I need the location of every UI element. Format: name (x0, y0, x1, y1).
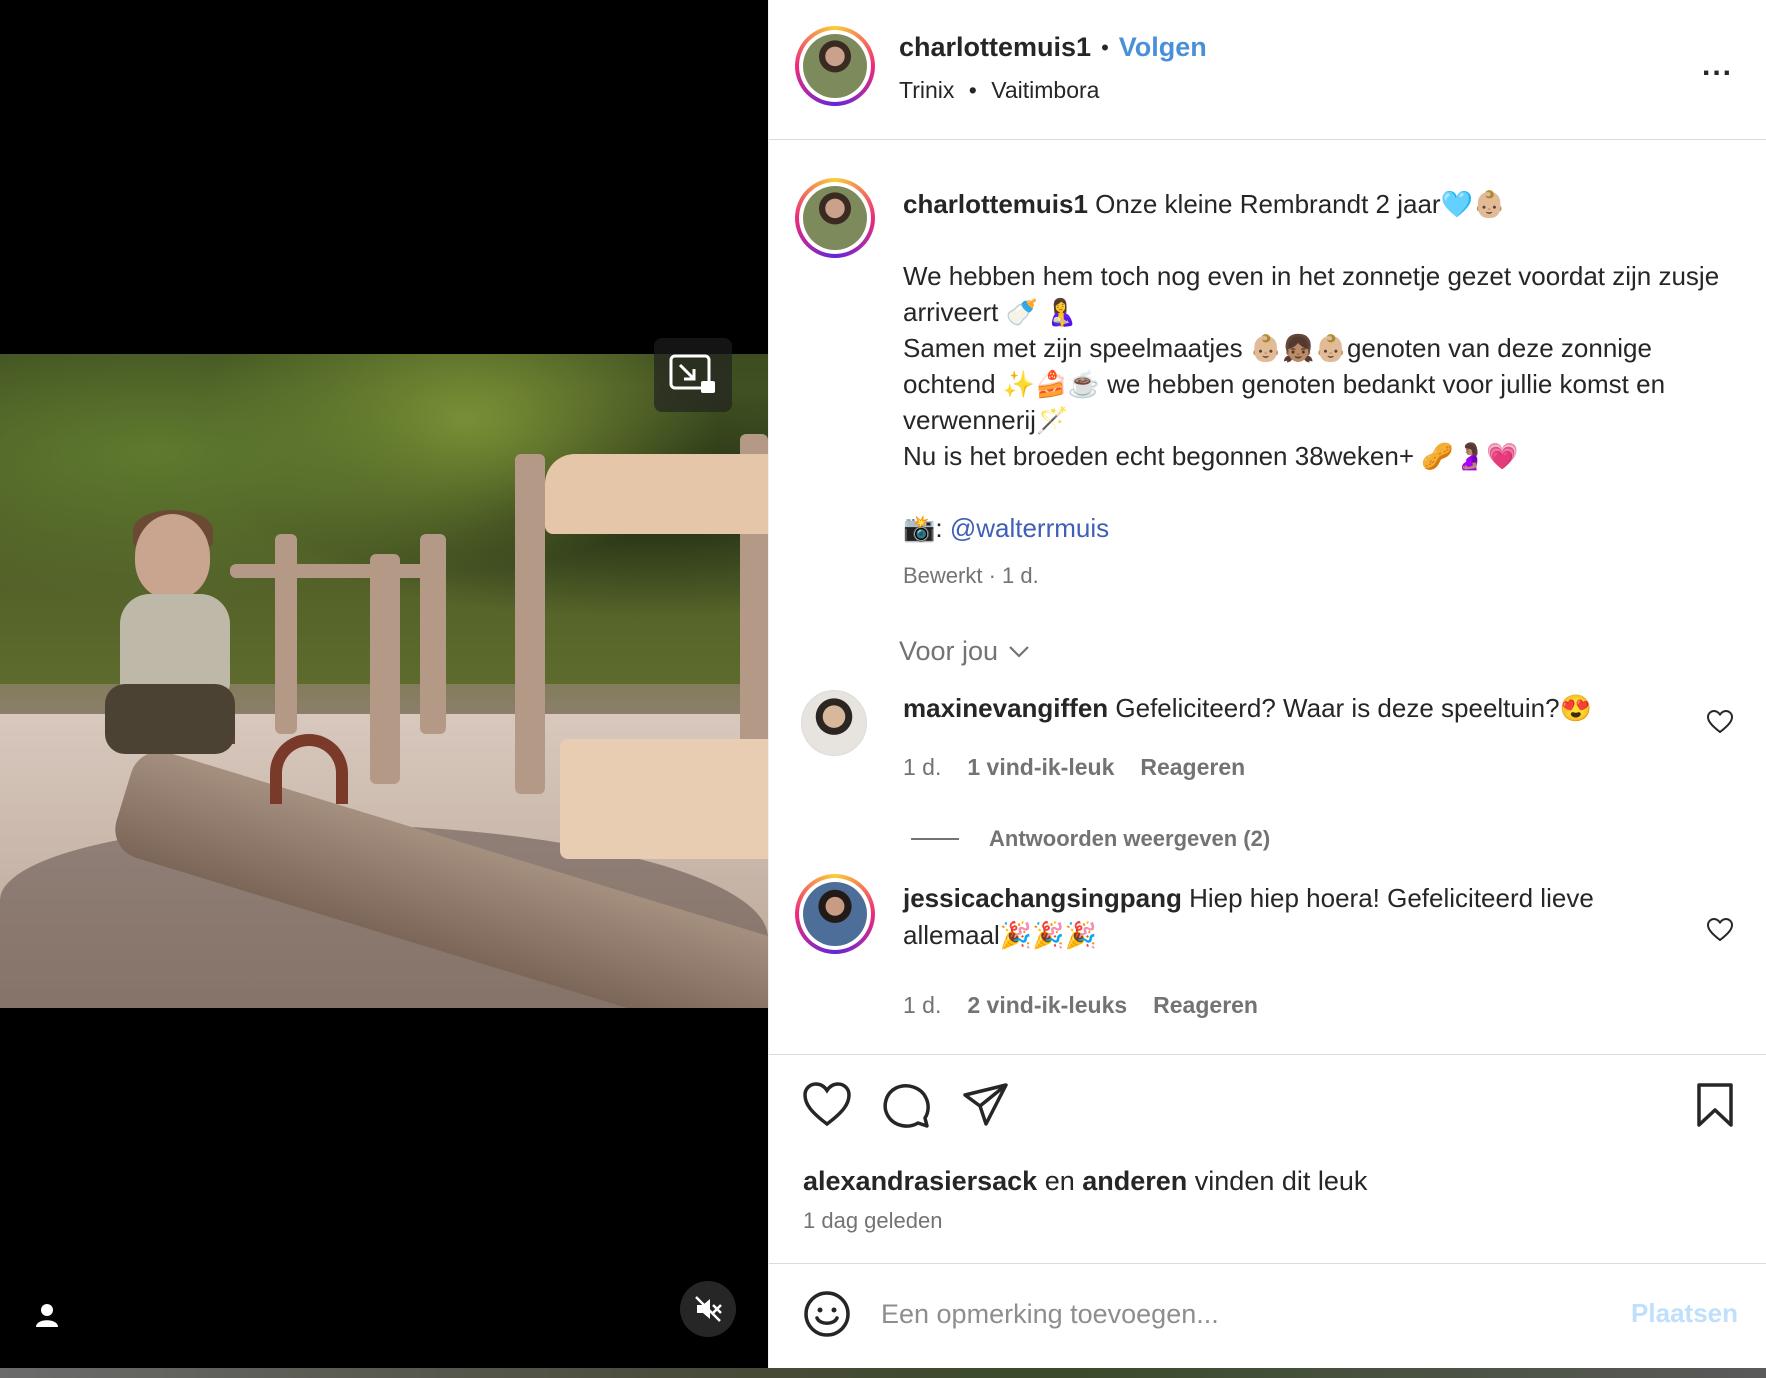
post-comment-button[interactable]: Plaatsen (1631, 1298, 1738, 1329)
comment-text: Gefeliciteerd? Waar is deze speeltuin?😍 (1108, 693, 1592, 723)
post-timestamp: 1 dag geleden (803, 1208, 943, 1233)
likes-conj: en (1037, 1166, 1083, 1196)
share-icon[interactable] (962, 1082, 1010, 1128)
comment-icon[interactable] (883, 1082, 931, 1128)
author-avatar[interactable] (795, 26, 875, 106)
play-post (370, 554, 400, 784)
view-replies-button[interactable]: Antwoorden weergeven (2) (911, 826, 1270, 852)
reply-button[interactable]: Reageren (1140, 754, 1245, 781)
reply-button[interactable]: Reageren (1153, 992, 1258, 1019)
mute-icon (695, 1296, 722, 1322)
more-icon[interactable]: ... (1702, 51, 1733, 81)
comment-likes[interactable]: 2 vind-ik-leuks (967, 992, 1127, 1019)
user-tag-button[interactable] (32, 1300, 62, 1330)
commenter-avatar[interactable] (801, 690, 867, 756)
replies-divider (911, 838, 959, 840)
post-header: charlottemuis1 • Volgen Trinix • Vaitimb… (769, 0, 1766, 140)
audio-title[interactable]: Trinix (899, 77, 954, 103)
likes-summary[interactable]: alexandrasiersack en anderen vinden dit … (803, 1166, 1367, 1197)
picture-in-picture-button[interactable] (654, 338, 732, 412)
caption-line: Samen met zijn speelmaatjes 👶🏼👧🏽👶🏼genote… (903, 333, 1666, 435)
caption-line: Onze kleine Rembrandt 2 jaar🩵👶🏼 (1087, 189, 1506, 219)
caption-avatar[interactable] (795, 178, 875, 258)
commenter-avatar[interactable] (795, 874, 875, 954)
seesaw-handle (270, 734, 348, 804)
child-figure (100, 510, 250, 774)
play-panel (545, 454, 768, 534)
user-tag-icon (36, 1304, 58, 1327)
media-pane (0, 0, 768, 1368)
smile-icon[interactable] (803, 1290, 851, 1338)
likes-others[interactable]: anderen (1082, 1166, 1187, 1196)
post-video[interactable] (0, 354, 768, 1008)
commenter-username[interactable]: jessicachangsingpang (903, 883, 1182, 913)
commenter-username[interactable]: maxinevangiffen (903, 693, 1108, 723)
mute-button[interactable] (680, 1281, 736, 1337)
view-replies-label: Antwoorden weergeven (2) (989, 826, 1271, 851)
likes-user[interactable]: alexandrasiersack (803, 1166, 1037, 1196)
picture-in-picture-icon (669, 354, 715, 393)
audio-separator: • (968, 77, 977, 103)
caption-line: Nu is het broeden echt begonnen 38weken+… (903, 441, 1519, 471)
caption-meta: Bewerkt · 1 d. (903, 563, 1039, 588)
chevron-down-icon (1009, 645, 1029, 658)
comment-like-icon[interactable] (1707, 710, 1733, 734)
mention-link[interactable]: @walterrmuis (950, 513, 1109, 543)
comment-like-icon[interactable] (1707, 918, 1733, 942)
photo-credit-prefix: 📸: (903, 513, 950, 543)
likes-suffix: vinden dit leuk (1187, 1166, 1368, 1196)
caption-line: We hebben hem toch nog even in het zonne… (903, 261, 1720, 327)
play-beam (230, 564, 430, 578)
comment-sort-label: Voor jou (899, 636, 999, 666)
comment-time: 1 d. (903, 992, 942, 1018)
header-separator: • (1101, 34, 1109, 60)
play-panel (560, 739, 768, 859)
post-side-panel: charlottemuis1 • Volgen Trinix • Vaitimb… (768, 0, 1766, 1368)
bookmark-icon[interactable] (1695, 1082, 1735, 1128)
play-post (515, 454, 545, 794)
follow-button[interactable]: Volgen (1119, 32, 1207, 63)
comment-sort-dropdown[interactable]: Voor jou (899, 636, 1030, 667)
caption-username[interactable]: charlottemuis1 (903, 189, 1088, 219)
comment-input[interactable] (881, 1294, 1581, 1334)
author-username[interactable]: charlottemuis1 (899, 32, 1091, 63)
comment-time: 1 d. (903, 754, 942, 780)
audio-artist[interactable]: Vaitimbora (991, 77, 1099, 103)
page-background-strip (0, 1368, 1766, 1378)
comment-likes[interactable]: 1 vind-ik-leuk (967, 754, 1114, 781)
post-caption: charlottemuis1 Onze kleine Rembrandt 2 j… (903, 186, 1743, 594)
heart-icon[interactable] (803, 1082, 851, 1128)
